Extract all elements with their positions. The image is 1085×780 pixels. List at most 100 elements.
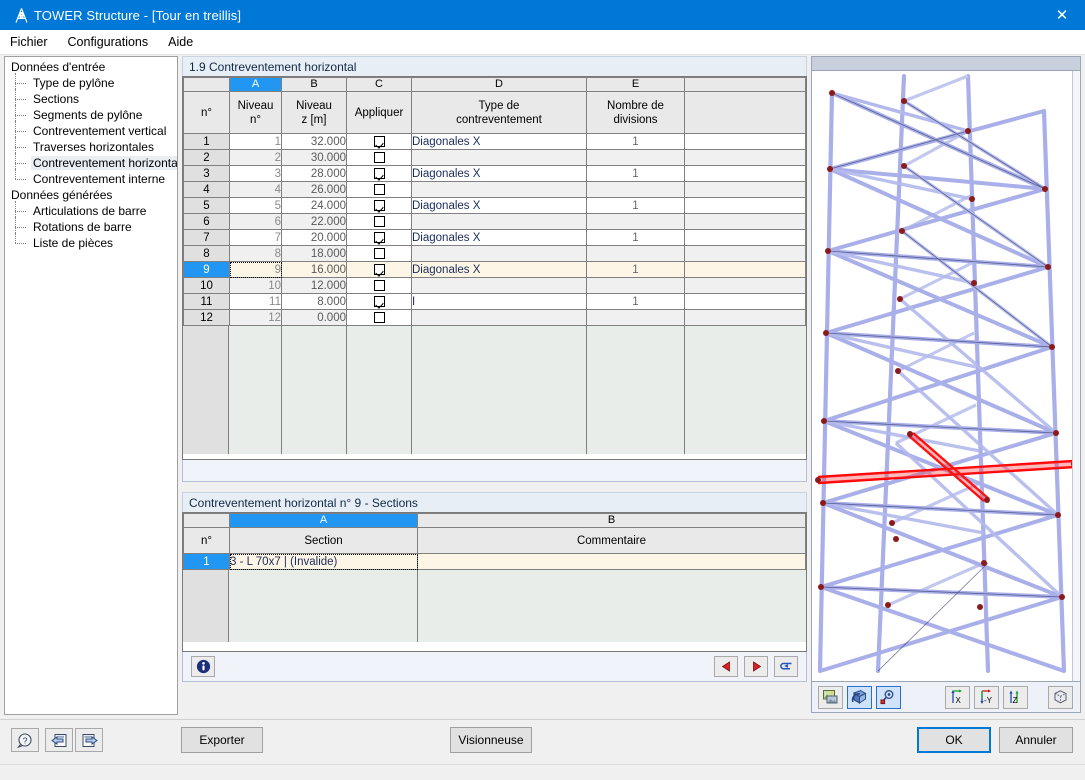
cell-niveau[interactable]: 8 [229, 245, 282, 262]
colhdr-a[interactable]: A [229, 77, 282, 92]
cell-divisions[interactable]: 1 [586, 293, 685, 310]
cell-niveau[interactable]: 1 [229, 133, 282, 150]
sections-grid[interactable]: A B n° Section Commentaire 1 3 - L 70x7 … [182, 512, 807, 652]
cell-appliquer[interactable] [346, 181, 412, 198]
view-x-button[interactable]: X [945, 685, 970, 709]
cell-divisions[interactable]: 1 [586, 261, 685, 278]
bracing-grid[interactable]: A B C D E n° Niveau n° Niveau z [m] Appl… [182, 76, 807, 460]
import-button[interactable] [45, 728, 73, 752]
cell-type[interactable]: Diagonales X [411, 133, 587, 150]
grid-empty-area[interactable] [183, 326, 806, 454]
cell-divisions[interactable] [586, 245, 685, 262]
sidebar-item-traverses-horizontales[interactable]: Traverses horizontales [5, 137, 177, 157]
cell-z[interactable]: 24.000 [281, 197, 347, 214]
cell-divisions[interactable]: 1 [586, 197, 685, 214]
cell-divisions[interactable] [586, 149, 685, 166]
menu-aide[interactable]: Aide [158, 32, 203, 52]
cancel-button[interactable]: Annuler [999, 727, 1073, 753]
visionneuse-button[interactable]: Visionneuse [450, 727, 532, 753]
tree-group-donnees-entree[interactable]: Données d'entrée [5, 59, 177, 75]
sidebar-item-type-de-pylone[interactable]: Type de pylône [5, 73, 177, 93]
export-button[interactable] [75, 728, 103, 752]
cell-divisions[interactable]: 1 [586, 229, 685, 246]
sidebar-item-liste-de-pieces[interactable]: Liste de pièces [5, 233, 177, 251]
row-header-selected[interactable]: 1 [183, 553, 230, 570]
apply-button[interactable] [774, 656, 798, 677]
cell-z[interactable]: 32.000 [281, 133, 347, 150]
table-row[interactable]: 7 7 20.000 Diagonales X 1 [183, 229, 806, 246]
row-header-selected[interactable]: 9 [183, 261, 230, 278]
cell-z[interactable]: 18.000 [281, 245, 347, 262]
cell-divisions[interactable] [586, 277, 685, 294]
cell-z[interactable]: 30.000 [281, 149, 347, 166]
row-header[interactable]: 11 [183, 293, 230, 310]
cell-divisions[interactable] [586, 181, 685, 198]
cell-z[interactable]: 8.000 [281, 293, 347, 310]
prev-record-button[interactable] [714, 656, 738, 677]
row-header[interactable]: 7 [183, 229, 230, 246]
cell-niveau[interactable]: 7 [229, 229, 282, 246]
checkbox-icon[interactable] [373, 183, 385, 195]
colhdr-b[interactable]: B [281, 77, 347, 92]
colhdr-d[interactable]: D [411, 77, 587, 92]
cell-type[interactable]: Diagonales X [411, 197, 587, 214]
cell-appliquer[interactable] [346, 133, 412, 150]
table-row[interactable]: 9 9 16.000 Diagonales X 1 [183, 261, 806, 278]
table-row[interactable]: 12 12 0.000 [183, 309, 806, 326]
zoom-pan-button[interactable] [876, 685, 901, 709]
cell-type[interactable]: Diagonales X [411, 229, 587, 246]
grid-horizontal-scrollbar[interactable] [182, 460, 807, 482]
checkbox-icon[interactable] [373, 231, 385, 243]
cell-type[interactable] [411, 213, 587, 230]
cell-type[interactable] [411, 149, 587, 166]
colhdr-c[interactable]: C [346, 77, 412, 92]
checkbox-icon[interactable] [373, 215, 385, 227]
row-header[interactable]: 3 [183, 165, 230, 182]
sidebar-item-sections[interactable]: Sections [5, 89, 177, 109]
cell-appliquer[interactable] [346, 165, 412, 182]
sidebar-item-rotations-de-barre[interactable]: Rotations de barre [5, 217, 177, 237]
cell-niveau[interactable]: 6 [229, 213, 282, 230]
next-record-button[interactable] [744, 656, 768, 677]
cell-type[interactable]: I [411, 293, 587, 310]
cell-appliquer[interactable] [346, 309, 412, 326]
cell-appliquer[interactable] [346, 197, 412, 214]
checkbox-icon[interactable] [373, 311, 385, 323]
table-row[interactable]: 1 3 - L 70x7 | (Invalide) [183, 553, 806, 570]
cell-z[interactable]: 28.000 [281, 165, 347, 182]
cell-appliquer[interactable] [346, 213, 412, 230]
table-row[interactable]: 11 11 8.000 I 1 [183, 293, 806, 310]
table-row[interactable]: 6 6 22.000 [183, 213, 806, 230]
table-row[interactable]: 10 10 12.000 [183, 277, 806, 294]
cell-niveau[interactable]: 11 [229, 293, 282, 310]
cell-commentaire[interactable] [417, 553, 806, 570]
cell-type[interactable] [411, 277, 587, 294]
view-y-button[interactable]: -Y [974, 685, 999, 709]
sections-empty-area[interactable] [183, 570, 806, 642]
row-header[interactable]: 4 [183, 181, 230, 198]
cell-divisions[interactable]: 1 [586, 133, 685, 150]
cell-type[interactable] [411, 309, 587, 326]
close-icon[interactable]: ✕ [1039, 0, 1085, 30]
colhdr-b[interactable]: B [417, 513, 806, 528]
cell-niveau[interactable]: 4 [229, 181, 282, 198]
info-button[interactable] [191, 656, 215, 677]
cell-z[interactable]: 12.000 [281, 277, 347, 294]
sidebar-item-contreventement-horizontal[interactable]: Contreventement horizontal [5, 153, 177, 173]
cell-appliquer[interactable] [346, 261, 412, 278]
cell-niveau[interactable]: 3 [229, 165, 282, 182]
exporter-button[interactable]: Exporter [181, 727, 263, 753]
table-row[interactable]: 4 4 26.000 [183, 181, 806, 198]
cell-divisions[interactable]: 1 [586, 165, 685, 182]
cell-niveau-focused[interactable]: 9 [229, 261, 282, 278]
checkbox-icon[interactable] [373, 263, 385, 275]
viewport-vertical-scrollbar[interactable] [1072, 71, 1080, 681]
view-z-button[interactable]: Z [1003, 685, 1028, 709]
menu-configurations[interactable]: Configurations [58, 32, 159, 52]
menu-fichier[interactable]: Fichier [0, 32, 58, 52]
cell-z[interactable]: 22.000 [281, 213, 347, 230]
checkbox-icon[interactable] [373, 167, 385, 179]
rotate-view-button[interactable] [847, 685, 872, 709]
cell-z[interactable]: 0.000 [281, 309, 347, 326]
sidebar-item-contreventement-vertical[interactable]: Contreventement vertical [5, 121, 177, 141]
